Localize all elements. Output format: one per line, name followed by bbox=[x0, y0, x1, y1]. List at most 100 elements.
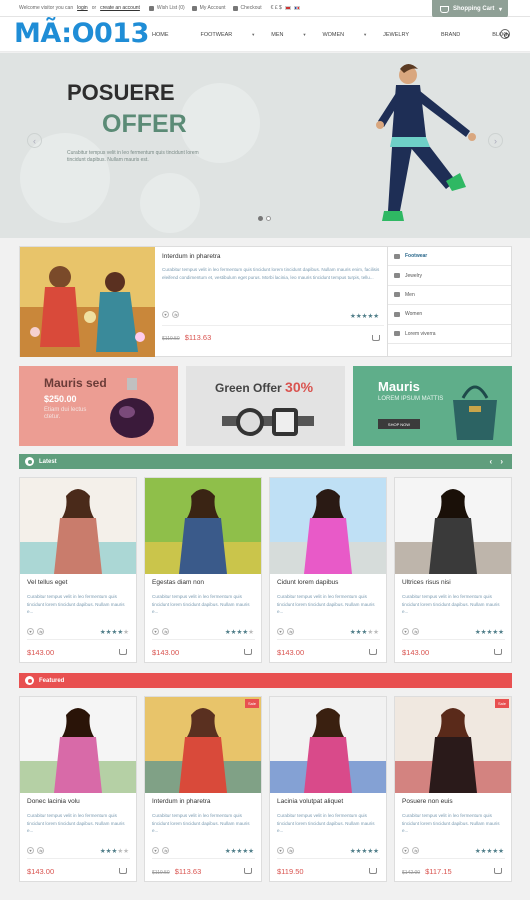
header: MÃ:O013 HOME FOOTWEAR ▼ MEN ▼ WOMEN ▼ JEWEL… bbox=[0, 17, 530, 52]
compare-icon[interactable]: ⇆ bbox=[162, 847, 169, 854]
product-name[interactable]: Cidunt lorem dapibus bbox=[277, 579, 338, 586]
product-card[interactable]: Cidunt lorem dapibus Curabitur tempus ve… bbox=[269, 477, 387, 663]
shopping-cart-button[interactable]: Shopping Cart ▾ bbox=[432, 0, 508, 18]
category-lorem-viverra[interactable]: Lorem viverra bbox=[388, 325, 511, 344]
product-card[interactable]: Lacinia volutpat aliquet Curabitur tempu… bbox=[269, 696, 387, 882]
product-name[interactable]: Ultrices risus nisi bbox=[402, 579, 451, 586]
product-name[interactable]: Interdum in pharetra bbox=[152, 798, 211, 805]
category-women[interactable]: Women bbox=[388, 305, 511, 325]
nav-home[interactable]: HOME bbox=[152, 32, 185, 38]
nav-men[interactable]: MEN ▼ bbox=[271, 32, 306, 38]
compare-icon[interactable]: ⇆ bbox=[37, 847, 44, 854]
sale-badge: Sale bbox=[244, 699, 259, 708]
featured-section-header: Featured bbox=[19, 673, 512, 688]
heart-icon[interactable]: ♥ bbox=[277, 847, 284, 854]
shopping-cart-label: Shopping Cart bbox=[453, 6, 495, 12]
compare-icon[interactable]: ⇆ bbox=[287, 628, 294, 635]
compare-icon[interactable]: ⇆ bbox=[287, 847, 294, 854]
slider-prev-arrow[interactable]: ‹ bbox=[27, 133, 42, 148]
add-to-cart-icon[interactable] bbox=[372, 335, 380, 341]
nav-jewelry[interactable]: JEWELRY bbox=[383, 32, 425, 38]
product-name[interactable]: Egestas diam non bbox=[152, 579, 204, 586]
create-account-link[interactable]: create an account bbox=[100, 5, 140, 11]
product-name[interactable]: Vel tellus eget bbox=[27, 579, 67, 586]
product-image[interactable] bbox=[270, 697, 386, 793]
compare-icon[interactable]: ⇆ bbox=[172, 311, 179, 318]
rating-stars: ★★★★★ bbox=[350, 313, 380, 320]
promo-banner-handbag[interactable]: Mauris LOREM IPSUM MATTIS SHOP NOW bbox=[353, 366, 512, 446]
product-desc: Curabitur tempus velit in leo fermentum … bbox=[27, 594, 125, 614]
heart-icon[interactable]: ♥ bbox=[162, 311, 169, 318]
category-footwear[interactable]: Footwear bbox=[388, 247, 511, 267]
product-image[interactable] bbox=[145, 697, 261, 793]
heart-icon[interactable]: ♥ bbox=[152, 628, 159, 635]
promo-banner-perfume[interactable]: Mauris sed $250.00 Etiam dui lectus ctet… bbox=[19, 366, 178, 446]
compare-icon[interactable]: ⇆ bbox=[412, 847, 419, 854]
nav-brand[interactable]: BRAND bbox=[441, 32, 476, 38]
nav-women[interactable]: WOMEN ▼ bbox=[322, 32, 367, 38]
compare-icon[interactable]: ⇆ bbox=[162, 628, 169, 635]
product-card[interactable]: Ultrices risus nisi Curabitur tempus vel… bbox=[394, 477, 512, 663]
flag-uk-icon[interactable] bbox=[284, 6, 291, 10]
heart-icon[interactable]: ♥ bbox=[27, 628, 34, 635]
add-to-cart-icon[interactable] bbox=[369, 868, 377, 874]
product-image[interactable] bbox=[395, 478, 511, 574]
category-men[interactable]: Men bbox=[388, 286, 511, 306]
divider bbox=[27, 639, 130, 640]
currency-switcher[interactable]: € £ $ bbox=[271, 5, 282, 11]
product-name[interactable]: Lacinia volutpat aliquet bbox=[277, 798, 343, 805]
product-image[interactable] bbox=[20, 697, 136, 793]
heart-icon[interactable]: ♥ bbox=[402, 628, 409, 635]
product-image[interactable] bbox=[20, 478, 136, 574]
product-image[interactable] bbox=[145, 478, 261, 574]
featured-product-title[interactable]: Interdum in pharetra bbox=[162, 253, 387, 260]
featured-product-image[interactable] bbox=[20, 247, 155, 357]
add-to-cart-icon[interactable] bbox=[119, 649, 127, 655]
heart-icon[interactable]: ♥ bbox=[402, 847, 409, 854]
add-to-cart-icon[interactable] bbox=[244, 649, 252, 655]
slider-next-arrow[interactable]: › bbox=[488, 133, 503, 148]
login-link[interactable]: login bbox=[77, 5, 88, 11]
my-account-label: My Account bbox=[199, 5, 226, 11]
product-image[interactable] bbox=[395, 697, 511, 793]
my-account-link[interactable]: My Account bbox=[191, 5, 226, 11]
category-jewelry[interactable]: Jewelry bbox=[388, 266, 511, 286]
product-photo bbox=[270, 697, 386, 793]
product-card[interactable]: Sale Posuere non euis Curabitur tempus v… bbox=[394, 696, 512, 882]
product-card[interactable]: Donec lacinia volu Curabitur tempus veli… bbox=[19, 696, 137, 882]
product-desc: Curabitur tempus velit in leo fermentum … bbox=[152, 594, 250, 614]
promo-banner-watches[interactable]: Green Offer 30% bbox=[186, 366, 345, 446]
compare-icon[interactable]: ⇆ bbox=[412, 628, 419, 635]
product-name[interactable]: Posuere non euis bbox=[402, 798, 453, 805]
product-card[interactable]: Egestas diam non Curabitur tempus velit … bbox=[144, 477, 262, 663]
logo[interactable]: MÃ:O013 bbox=[14, 17, 149, 51]
nav-footwear[interactable]: FOOTWEAR ▼ bbox=[201, 32, 256, 38]
heart-icon[interactable]: ♥ bbox=[152, 847, 159, 854]
caret-down-icon: ▼ bbox=[302, 32, 307, 37]
shop-now-button[interactable]: SHOP NOW bbox=[378, 419, 420, 429]
flag-fr-icon[interactable] bbox=[293, 6, 300, 10]
section-icon bbox=[25, 457, 34, 466]
add-to-cart-icon[interactable] bbox=[494, 868, 502, 874]
checkout-link[interactable]: Checkout bbox=[232, 5, 262, 11]
product-card[interactable]: Sale Interdum in pharetra Curabitur temp… bbox=[144, 696, 262, 882]
product-card[interactable]: Vel tellus eget Curabitur tempus velit i… bbox=[19, 477, 137, 663]
add-to-cart-icon[interactable] bbox=[244, 868, 252, 874]
heart-icon[interactable]: ♥ bbox=[277, 628, 284, 635]
banner-title: Green Offer 30% bbox=[215, 379, 313, 395]
search-icon[interactable] bbox=[500, 29, 510, 39]
wishlist-link[interactable]: Wish List (0) bbox=[148, 5, 185, 11]
add-to-cart-icon[interactable] bbox=[119, 868, 127, 874]
slider-dot[interactable] bbox=[266, 216, 271, 221]
product-price: $143.00 bbox=[152, 648, 179, 657]
heart-icon[interactable]: ♥ bbox=[27, 847, 34, 854]
carousel-arrows[interactable]: ‹ › bbox=[489, 457, 506, 466]
slider-dot-active[interactable] bbox=[258, 216, 263, 221]
divider bbox=[152, 639, 255, 640]
compare-icon[interactable]: ⇆ bbox=[37, 628, 44, 635]
add-to-cart-icon[interactable] bbox=[494, 649, 502, 655]
product-photo bbox=[395, 478, 511, 574]
product-image[interactable] bbox=[270, 478, 386, 574]
product-name[interactable]: Donec lacinia volu bbox=[27, 798, 80, 805]
add-to-cart-icon[interactable] bbox=[369, 649, 377, 655]
